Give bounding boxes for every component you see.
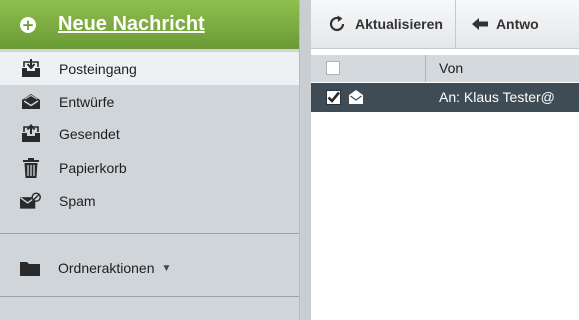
folder-inbox[interactable]: Posteingang bbox=[0, 52, 299, 85]
caret-down-icon: ▼ bbox=[161, 262, 172, 274]
sidebar-splitter[interactable] bbox=[299, 0, 311, 320]
arrow-left-icon bbox=[471, 18, 488, 30]
row-checkbox[interactable] bbox=[326, 90, 341, 105]
reply-button[interactable]: Antwo bbox=[456, 0, 551, 49]
mail-app: + Neue Nachricht Posteingang Entwürfe Ge… bbox=[0, 0, 579, 320]
reply-label: Antwo bbox=[495, 16, 539, 32]
column-from[interactable]: Von bbox=[439, 60, 463, 76]
sidebar-divider bbox=[0, 233, 299, 234]
folder-spam[interactable]: Spam bbox=[0, 184, 299, 217]
select-all-checkbox[interactable] bbox=[326, 61, 340, 75]
message-recipient: An: Klaus Tester@ bbox=[439, 89, 555, 105]
folder-label: Entwürfe bbox=[59, 93, 115, 110]
sidebar-divider bbox=[0, 296, 299, 297]
inbox-icon bbox=[20, 58, 41, 79]
folder-trash[interactable]: Papierkorb bbox=[0, 151, 299, 184]
refresh-label: Aktualisieren bbox=[355, 16, 443, 32]
folder-actions-menu[interactable]: Ordneraktionen ▼ bbox=[0, 249, 299, 287]
folder-drafts[interactable]: Entwürfe bbox=[0, 85, 299, 118]
draft-envelope-icon bbox=[348, 89, 364, 108]
trash-icon bbox=[20, 157, 41, 178]
new-message-button[interactable]: + Neue Nachricht bbox=[0, 0, 299, 49]
toolbar: Aktualisieren Antwo bbox=[311, 0, 579, 49]
drafts-icon bbox=[20, 91, 41, 112]
sidebar: + Neue Nachricht Posteingang Entwürfe Ge… bbox=[0, 0, 299, 320]
message-row[interactable]: An: Klaus Tester@ bbox=[311, 83, 579, 112]
folder-label: Spam bbox=[59, 192, 96, 209]
message-list-header: Von bbox=[311, 55, 579, 82]
column-separator bbox=[425, 55, 426, 82]
spam-icon bbox=[20, 190, 41, 211]
checkmark-icon bbox=[327, 91, 341, 103]
folder-icon bbox=[20, 260, 40, 276]
folder-actions-label: Ordneraktionen bbox=[58, 260, 155, 276]
new-message-label: Neue Nachricht bbox=[58, 13, 205, 35]
refresh-icon bbox=[327, 14, 347, 34]
main-panel: Aktualisieren Antwo Von An: Klaus Tester… bbox=[311, 0, 579, 320]
sent-icon bbox=[20, 123, 41, 144]
folder-label: Papierkorb bbox=[59, 159, 127, 176]
folder-label: Gesendet bbox=[59, 125, 120, 142]
refresh-button[interactable]: Aktualisieren bbox=[311, 0, 455, 49]
plus-circle-icon: + bbox=[20, 15, 36, 34]
folder-label: Posteingang bbox=[59, 60, 137, 77]
folder-sent[interactable]: Gesendet bbox=[0, 117, 299, 150]
